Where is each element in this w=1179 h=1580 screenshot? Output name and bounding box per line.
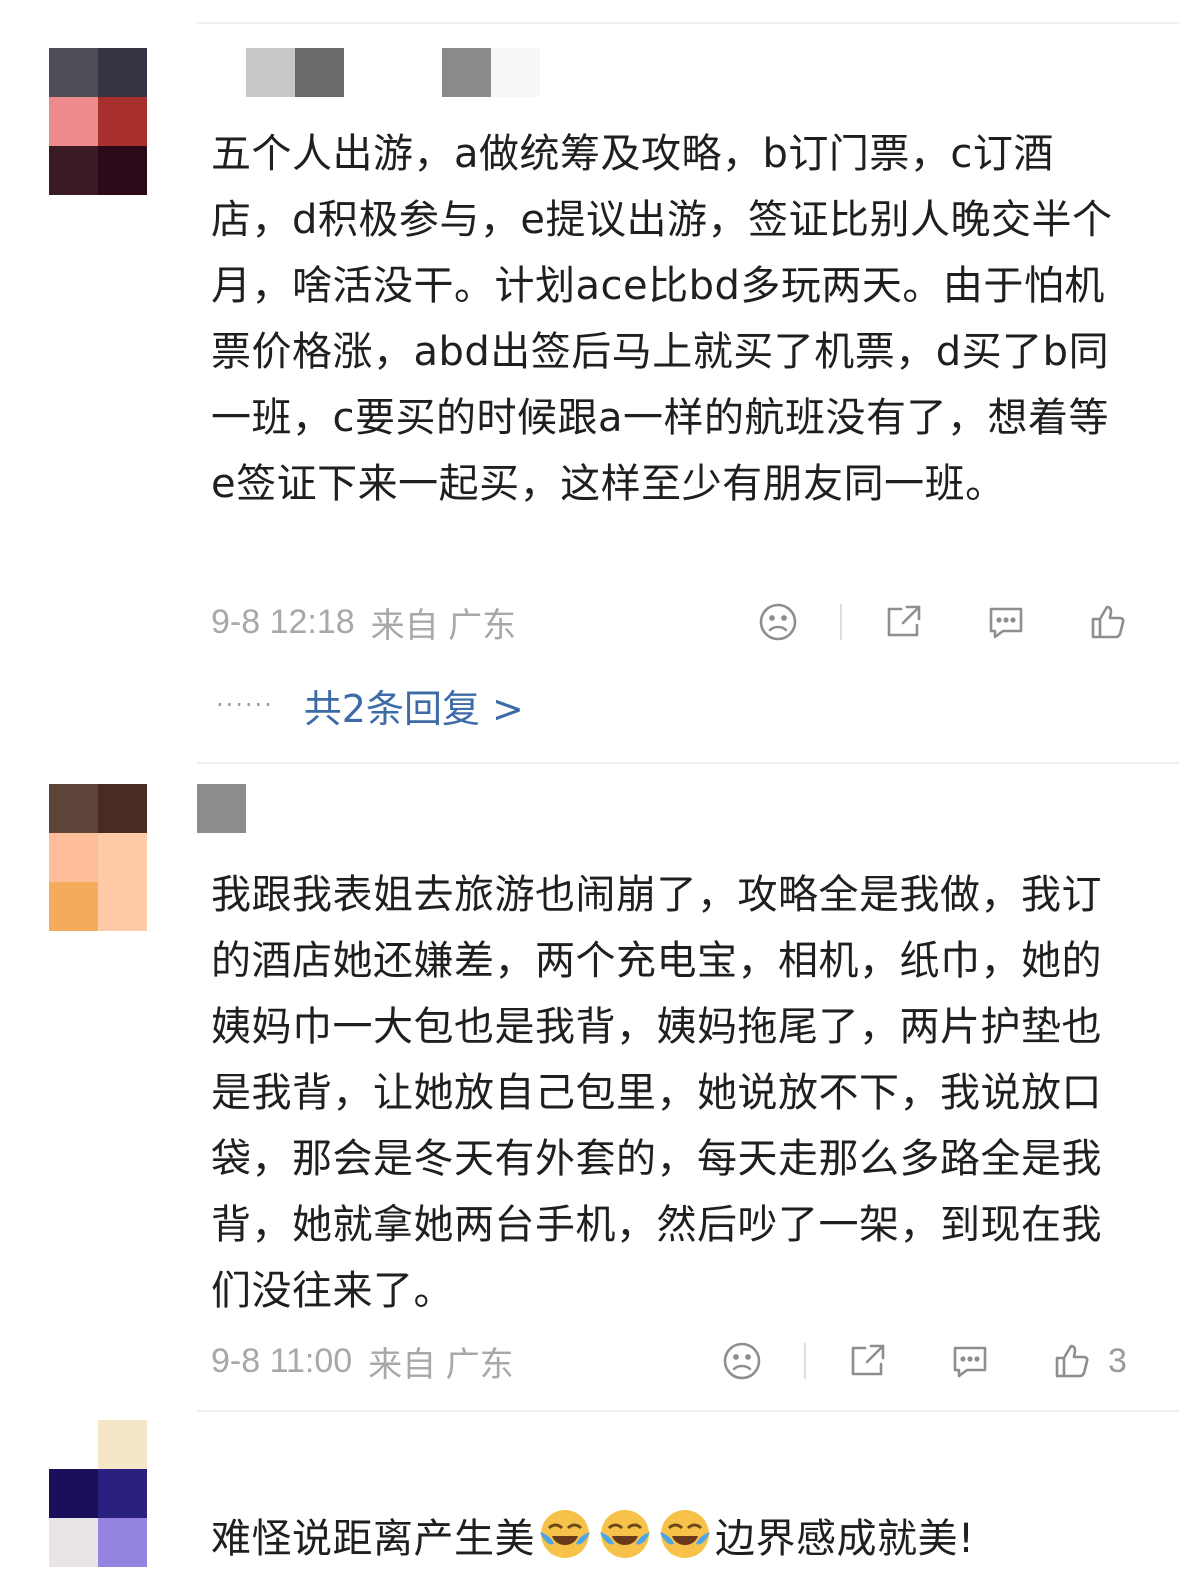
replies-dots: ······ <box>216 691 274 719</box>
comment-text: 我跟我表姐去旅游也闹崩了，攻略全是我做，我订的酒店她还嫌差，两个充电宝，相机，纸… <box>211 872 1102 1314</box>
divider <box>197 762 1179 764</box>
comment-actions: 3 <box>720 1336 1127 1386</box>
comment-text-part: 难怪说距离产生美 <box>211 1516 535 1562</box>
avatar[interactable] <box>49 784 147 931</box>
avatar[interactable] <box>49 1420 147 1567</box>
like-icon[interactable] <box>1050 1339 1094 1383</box>
username-mosaic[interactable] <box>197 48 540 97</box>
view-replies-link[interactable]: 共2条回复 > <box>304 678 524 733</box>
avatar[interactable] <box>49 48 147 195</box>
like-icon[interactable] <box>1086 600 1130 644</box>
comment-text-part: 边界感成就美! <box>715 1516 975 1562</box>
comment-icon[interactable] <box>984 600 1028 644</box>
comment-meta: 9-8 12:18 来自 广东 <box>211 597 516 647</box>
replies-row[interactable]: ······ 共2条回复 > <box>216 678 524 733</box>
comment-location: 来自 广东 <box>370 606 517 645</box>
comment-icon[interactable] <box>948 1339 992 1383</box>
comment-meta: 9-8 11:00 来自 广东 <box>211 1336 514 1386</box>
share-icon[interactable] <box>882 600 926 644</box>
comment-item: 我跟我表姐去旅游也闹崩了，攻略全是我做，我订的酒店她还嫌差，两个充电宝，相机，纸… <box>0 770 1179 1410</box>
crying-laughing-emoji-icon <box>598 1506 652 1560</box>
comment-actions <box>756 597 1130 647</box>
divider <box>197 22 1179 24</box>
action-separator <box>804 1343 806 1379</box>
comment-item: 难怪说距离产生美 边界感成就美! <box>0 1418 1179 1572</box>
dislike-face-icon[interactable] <box>720 1339 764 1383</box>
comment-text: 难怪说距离产生美 边界感成就美! <box>211 1506 1121 1572</box>
crying-laughing-emoji-icon <box>538 1506 592 1560</box>
crying-laughing-emoji-icon <box>658 1506 712 1560</box>
dislike-face-icon[interactable] <box>756 600 800 644</box>
comment-location: 来自 广东 <box>368 1345 514 1384</box>
comment-time: 9-8 11:00 <box>211 1341 353 1380</box>
action-separator <box>840 604 842 640</box>
comment-time: 9-8 12:18 <box>211 602 355 641</box>
like-count: 3 <box>1108 1341 1127 1380</box>
share-icon[interactable] <box>846 1339 890 1383</box>
comment-text: 五个人出游，a做统筹及攻略，b订门票，c订酒店，d积极参与，e提议出游，签证比别… <box>211 131 1113 507</box>
divider <box>197 1410 1179 1412</box>
username-mosaic[interactable] <box>197 1420 246 1469</box>
username-mosaic[interactable] <box>197 784 246 833</box>
comment-item: 五个人出游，a做统筹及攻略，b订门票，c订酒店，d积极参与，e提议出游，签证比别… <box>0 0 1179 760</box>
